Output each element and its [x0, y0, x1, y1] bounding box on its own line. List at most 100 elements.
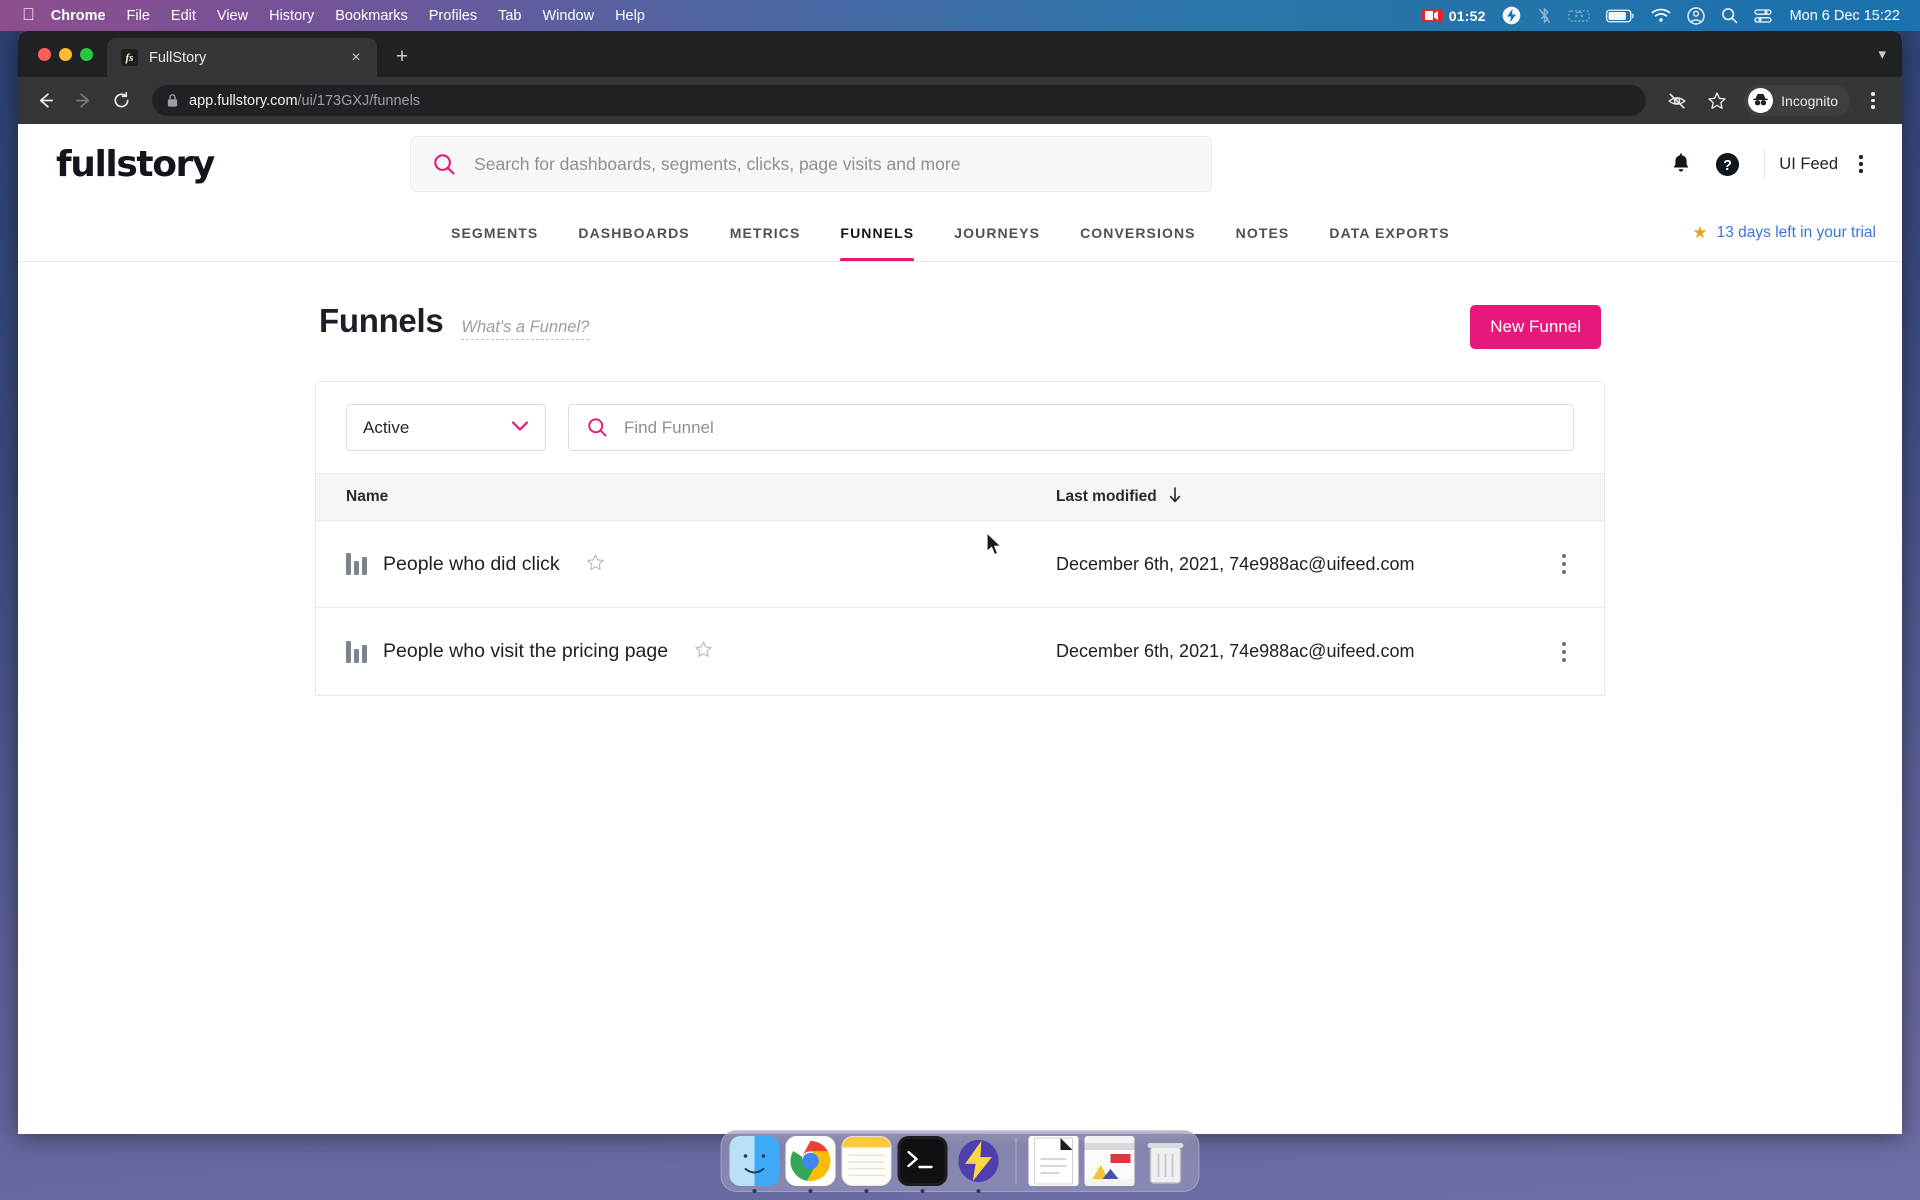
fullstory-favicon: fs — [121, 49, 138, 66]
browser-tab-strip: fs FullStory × + ▾ — [18, 31, 1902, 77]
tab-list-chevron-down-icon[interactable]: ▾ — [1878, 45, 1886, 63]
close-tab-button[interactable]: × — [345, 47, 367, 69]
user-account-label[interactable]: UI Feed — [1779, 155, 1838, 174]
menu-item-tab[interactable]: Tab — [498, 8, 521, 24]
dock-item-screenshot-thumbnail[interactable] — [1084, 1136, 1135, 1186]
tab-metrics[interactable]: METRICS — [710, 204, 821, 261]
terminal-icon — [897, 1136, 948, 1186]
bluetooth-off-icon[interactable] — [1537, 6, 1552, 25]
dock-item-trash[interactable] — [1141, 1136, 1191, 1186]
maximize-window-button[interactable] — [80, 47, 93, 61]
bell-icon[interactable] — [1658, 141, 1704, 187]
close-window-button[interactable] — [38, 47, 51, 61]
tab-funnels[interactable]: FUNNELS — [820, 204, 934, 261]
app-header: fullstory Search for dashboards, segment… — [18, 124, 1902, 204]
tab-search-area[interactable]: ▾ — [1878, 31, 1902, 77]
dock-item-terminal[interactable] — [897, 1136, 948, 1193]
tab-segments[interactable]: SEGMENTS — [431, 204, 558, 261]
favorite-star-outline-icon[interactable] — [694, 640, 713, 663]
incognito-profile-button[interactable]: Incognito — [1744, 85, 1850, 116]
menu-item-view[interactable]: View — [217, 8, 248, 24]
find-funnel-input[interactable]: Find Funnel — [568, 404, 1574, 451]
menu-item-edit[interactable]: Edit — [171, 8, 196, 24]
new-funnel-button[interactable]: New Funnel — [1470, 305, 1601, 349]
fullstory-logo[interactable]: fullstory — [56, 144, 215, 185]
dock-item-notes[interactable] — [841, 1136, 892, 1193]
help-circle-icon[interactable]: ? — [1704, 141, 1750, 187]
dock-item-finder[interactable] — [729, 1136, 780, 1193]
screen-record-icon — [1420, 9, 1443, 22]
notes-icon — [841, 1136, 892, 1186]
trial-status[interactable]: ★ 13 days left in your trial — [1692, 204, 1876, 261]
chrome-icon — [785, 1136, 836, 1186]
spotlight-search-icon[interactable] — [1721, 7, 1738, 24]
bolt-icon[interactable] — [1502, 6, 1521, 25]
account-icon[interactable] — [1686, 6, 1705, 25]
chrome-menu-kebab-icon[interactable] — [1858, 84, 1888, 118]
eye-slash-icon[interactable] — [1660, 84, 1694, 118]
table-row[interactable]: People who did click December 6th, 2021,… — [316, 521, 1604, 608]
funnel-bars-icon — [346, 640, 367, 663]
column-header-name[interactable]: Name — [316, 488, 1056, 506]
global-search-input[interactable]: Search for dashboards, segments, clicks,… — [410, 136, 1213, 192]
tab-notes[interactable]: NOTES — [1216, 204, 1310, 261]
last-modified-cell: December 6th, 2021, 74e988ac@uifeed.com — [1056, 553, 1415, 574]
funnel-name[interactable]: People who visit the pricing page — [383, 640, 668, 663]
keyboard-brightness-icon[interactable] — [1567, 8, 1590, 23]
dock-item-chrome[interactable] — [785, 1136, 836, 1193]
funnel-name-cell: People who visit the pricing page — [316, 640, 1056, 663]
screen-recording-indicator[interactable]: 01:52 — [1420, 7, 1486, 24]
control-center-icon[interactable] — [1753, 7, 1772, 25]
battery-icon[interactable] — [1605, 9, 1635, 23]
url-text: app.fullstory.com/ui/173GXJ/funnels — [189, 93, 420, 109]
recording-timer: 01:52 — [1448, 7, 1486, 24]
funnels-card: Active Find Funnel Name Last modified Pe… — [315, 381, 1605, 696]
row-kebab-menu-icon[interactable] — [1544, 641, 1584, 662]
menu-item-file[interactable]: File — [127, 8, 150, 24]
header-kebab-menu-icon[interactable] — [1846, 144, 1876, 184]
tab-data-exports[interactable]: DATA EXPORTS — [1309, 204, 1469, 261]
lock-icon — [166, 93, 179, 108]
status-filter-select[interactable]: Active — [346, 404, 546, 451]
minimize-window-button[interactable] — [59, 47, 72, 61]
back-arrow-icon[interactable] — [28, 84, 62, 118]
menu-item-help[interactable]: Help — [615, 8, 645, 24]
header-actions: ? UI Feed — [1658, 141, 1876, 187]
url-path: /ui/173GXJ/funnels — [297, 92, 421, 109]
url-domain: app.fullstory.com — [189, 92, 298, 109]
primary-navigation: SEGMENTS DASHBOARDS METRICS FUNNELS JOUR… — [18, 204, 1902, 262]
address-bar[interactable]: app.fullstory.com/ui/173GXJ/funnels — [152, 85, 1647, 116]
chrome-window: fs FullStory × + ▾ app.fullstory.com/ui/… — [18, 31, 1902, 1134]
arrow-down-icon — [1167, 486, 1183, 509]
favorite-star-outline-icon[interactable] — [586, 553, 605, 576]
star-outline-icon[interactable] — [1700, 84, 1734, 118]
window-traffic-lights[interactable] — [32, 31, 107, 77]
row-kebab-menu-icon[interactable] — [1544, 554, 1584, 574]
macos-menu-bar:  Chrome File Edit View History Bookmark… — [0, 0, 1920, 31]
column-header-last-modified[interactable]: Last modified — [1056, 486, 1183, 509]
last-modified-cell: December 6th, 2021, 74e988ac@uifeed.com — [1056, 641, 1415, 661]
menu-item-chrome[interactable]: Chrome — [51, 8, 106, 24]
menu-item-history[interactable]: History — [269, 8, 314, 24]
tab-conversions[interactable]: CONVERSIONS — [1060, 204, 1216, 261]
dock-item-document[interactable] — [1028, 1136, 1079, 1186]
search-icon — [587, 417, 608, 438]
browser-tab-fullstory[interactable]: fs FullStory × — [107, 38, 377, 77]
tab-journeys[interactable]: JOURNEYS — [934, 204, 1060, 261]
reload-icon[interactable] — [104, 84, 138, 118]
new-tab-button[interactable]: + — [385, 40, 419, 74]
menubar-datetime[interactable]: Mon 6 Dec 15:22 — [1790, 8, 1900, 24]
whats-a-funnel-link[interactable]: What's a Funnel? — [461, 318, 590, 340]
menu-item-profiles[interactable]: Profiles — [429, 8, 477, 24]
wifi-icon[interactable] — [1651, 8, 1671, 23]
menu-item-window[interactable]: Window — [543, 8, 595, 24]
apple-logo-icon[interactable]:  — [22, 6, 35, 23]
forward-arrow-icon[interactable] — [66, 84, 100, 118]
funnel-name[interactable]: People who did click — [383, 553, 560, 576]
menu-item-bookmarks[interactable]: Bookmarks — [335, 8, 408, 24]
incognito-avatar-icon — [1748, 88, 1774, 113]
finder-icon — [729, 1136, 780, 1186]
table-row[interactable]: People who visit the pricing page Decemb… — [316, 608, 1604, 695]
dock-item-bolt-app[interactable] — [954, 1136, 1004, 1193]
tab-dashboards[interactable]: DASHBOARDS — [558, 204, 709, 261]
